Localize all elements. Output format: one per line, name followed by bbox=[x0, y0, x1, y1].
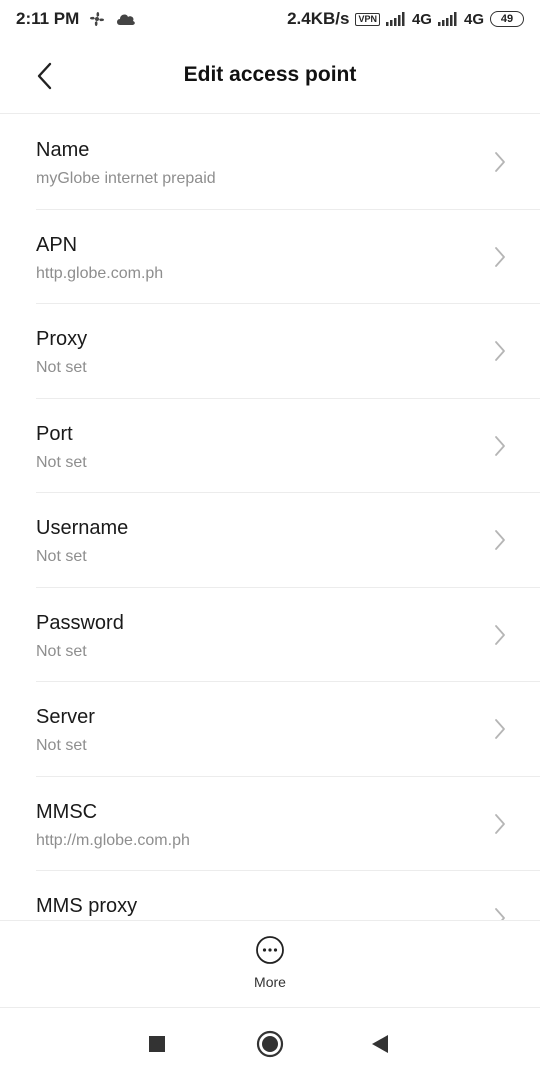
list-item-apn[interactable]: APN http.globe.com.ph bbox=[36, 210, 540, 304]
more-button[interactable]: More bbox=[240, 935, 300, 995]
network-type-2: 4G bbox=[463, 10, 484, 28]
item-title: MMSC bbox=[36, 800, 98, 823]
item-value: myGlobe internet prepaid bbox=[36, 170, 216, 187]
status-left: 2:11 PM bbox=[16, 9, 137, 29]
network-type-1: 4G bbox=[411, 10, 432, 28]
more-label: More bbox=[254, 974, 286, 990]
home-circle-icon[interactable] bbox=[256, 1030, 284, 1058]
item-title: Proxy bbox=[36, 328, 88, 350]
list-item-mmsc[interactable]: MMSC http://m.globe.com.ph bbox=[36, 777, 540, 871]
more-dots-icon bbox=[256, 936, 284, 964]
item-value: Not set bbox=[36, 453, 87, 471]
signal-icon bbox=[385, 12, 405, 26]
vpn-icon: VPN bbox=[355, 12, 380, 26]
item-value: Not set bbox=[36, 359, 87, 376]
battery-icon: 49 bbox=[490, 11, 524, 27]
status-speed: 2.4KB/s bbox=[287, 9, 350, 28]
status-bar: 2:11 PM 2.4KB/s VPN 4G 4G 49 bbox=[0, 0, 540, 38]
back-triangle-icon[interactable] bbox=[367, 1030, 395, 1058]
chevron-right-icon bbox=[495, 435, 505, 456]
fan-icon bbox=[90, 11, 105, 27]
status-right: 2.4KB/s VPN 4G 4G 49 bbox=[287, 9, 524, 29]
chevron-right-icon bbox=[495, 719, 505, 739]
item-title: Name bbox=[36, 139, 90, 161]
list-item-port[interactable]: Port Not set bbox=[36, 399, 540, 493]
screen: 2:11 PM 2.4KB/s VPN 4G 4G 49 Edit access… bbox=[0, 0, 540, 1080]
item-title: APN bbox=[36, 233, 78, 256]
status-time: 2:11 PM bbox=[16, 9, 80, 28]
list-item-password[interactable]: Password Not set bbox=[36, 588, 540, 682]
item-title: Username bbox=[36, 517, 129, 539]
item-value: http://m.globe.com.ph bbox=[36, 831, 190, 849]
header: Edit access point bbox=[0, 38, 540, 114]
chevron-right-icon bbox=[495, 530, 505, 550]
chevron-right-icon bbox=[495, 624, 505, 645]
cloud-icon bbox=[117, 14, 136, 25]
bottom-action-bar: More bbox=[0, 920, 540, 1008]
item-value: http.globe.com.ph bbox=[36, 264, 164, 282]
list-item-mms-proxy[interactable]: MMS proxy bbox=[36, 871, 540, 920]
recents-square-icon[interactable] bbox=[143, 1030, 171, 1058]
signal-icon bbox=[437, 12, 457, 26]
item-title: Server bbox=[36, 706, 95, 728]
chevron-right-icon bbox=[495, 908, 505, 920]
list-item-server[interactable]: Server Not set bbox=[36, 682, 540, 777]
list-item-username[interactable]: Username Not set bbox=[36, 493, 540, 588]
navigation-bar bbox=[0, 1008, 540, 1080]
item-value: Not set bbox=[36, 548, 87, 565]
item-title: Password bbox=[36, 611, 124, 634]
settings-list: Name myGlobe internet prepaid APN http.g… bbox=[0, 115, 540, 920]
chevron-right-icon bbox=[495, 341, 505, 361]
item-value: Not set bbox=[36, 737, 87, 754]
chevron-right-icon bbox=[495, 152, 505, 172]
item-title: MMS proxy bbox=[36, 895, 138, 917]
page-title: Edit access point bbox=[183, 63, 357, 86]
chevron-right-icon bbox=[495, 246, 505, 267]
chevron-right-icon bbox=[495, 813, 505, 834]
list-item-name[interactable]: Name myGlobe internet prepaid bbox=[36, 115, 540, 210]
item-title: Port bbox=[36, 422, 73, 445]
list-item-proxy[interactable]: Proxy Not set bbox=[36, 304, 540, 399]
item-value: Not set bbox=[36, 642, 87, 660]
